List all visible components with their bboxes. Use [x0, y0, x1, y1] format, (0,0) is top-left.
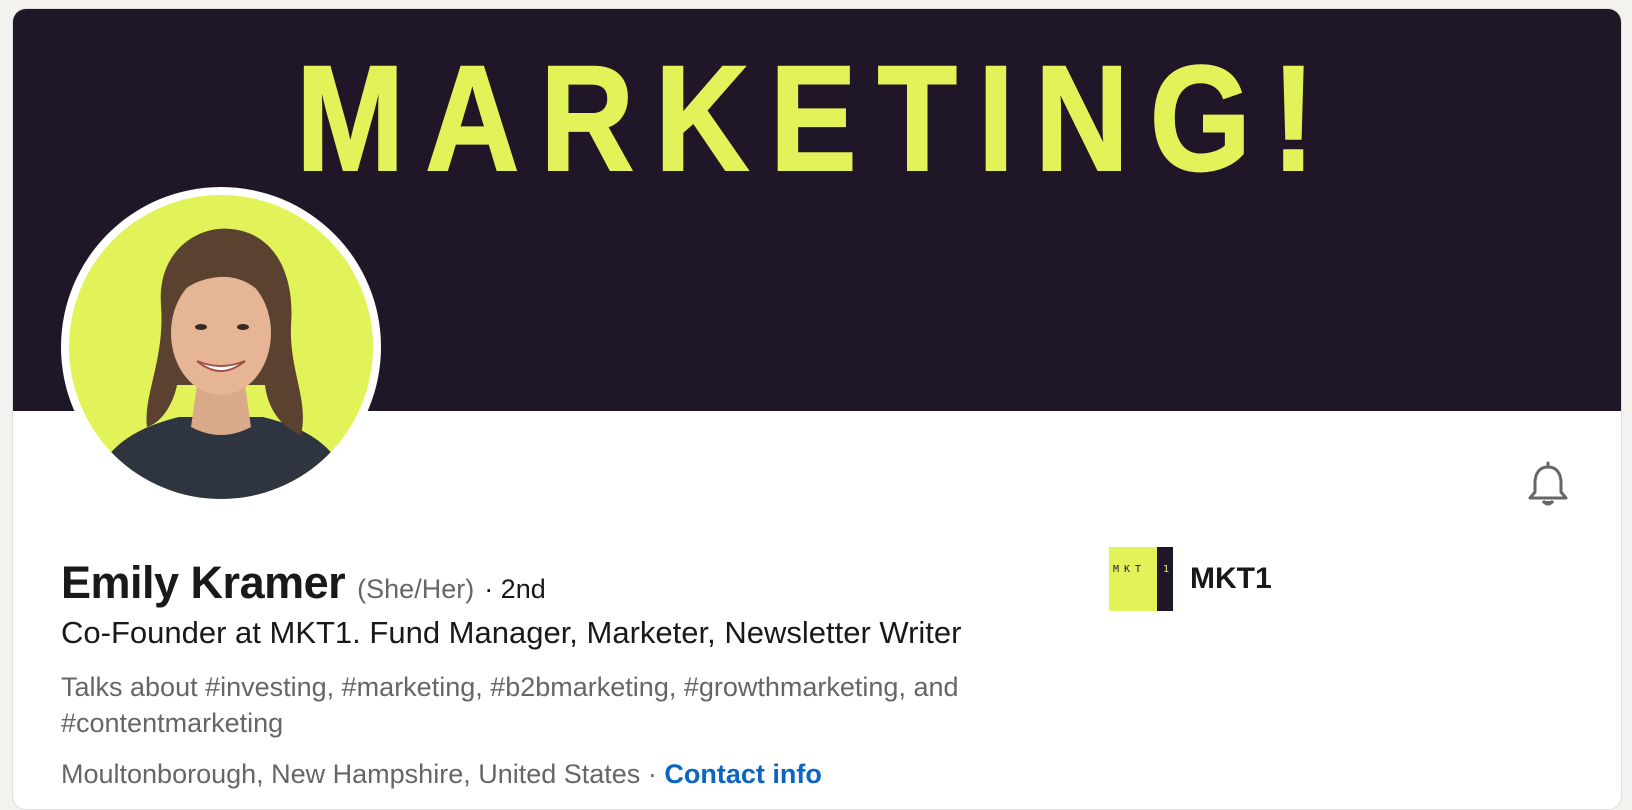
- banner-text: MARKETING!: [296, 34, 1336, 202]
- location-row: Moultonborough, New Hampshire, United St…: [61, 759, 822, 790]
- location-separator: ·: [647, 759, 657, 789]
- profile-location: Moultonborough, New Hampshire, United St…: [61, 759, 641, 789]
- profile-headline: Co-Founder at MKT1. Fund Manager, Market…: [61, 615, 962, 650]
- talks-about: Talks about #investing, #marketing, #b2b…: [61, 672, 959, 738]
- profile-photo[interactable]: [61, 187, 381, 507]
- contact-info-link[interactable]: Contact info: [664, 759, 821, 789]
- company-logo-digit: 1: [1162, 564, 1169, 575]
- follow-bell-button[interactable]: [1526, 461, 1570, 509]
- profile-card: MARKETING! Emily Kramer (She/Her) · 2nd …: [12, 8, 1622, 810]
- company-logo: MKT 1: [1109, 547, 1173, 611]
- profile-name: Emily Kramer: [61, 557, 346, 608]
- bell-icon: [1528, 461, 1568, 506]
- profile-pronouns: (She/Her): [357, 574, 475, 604]
- current-company[interactable]: MKT 1 MKT1: [1109, 547, 1272, 611]
- company-name: MKT1: [1190, 562, 1272, 595]
- profile-photo-image: [69, 195, 373, 499]
- name-row: Emily Kramer (She/Her) · 2nd: [61, 557, 546, 609]
- company-logo-letters: MKT: [1113, 564, 1147, 575]
- connection-degree: · 2nd: [484, 574, 546, 604]
